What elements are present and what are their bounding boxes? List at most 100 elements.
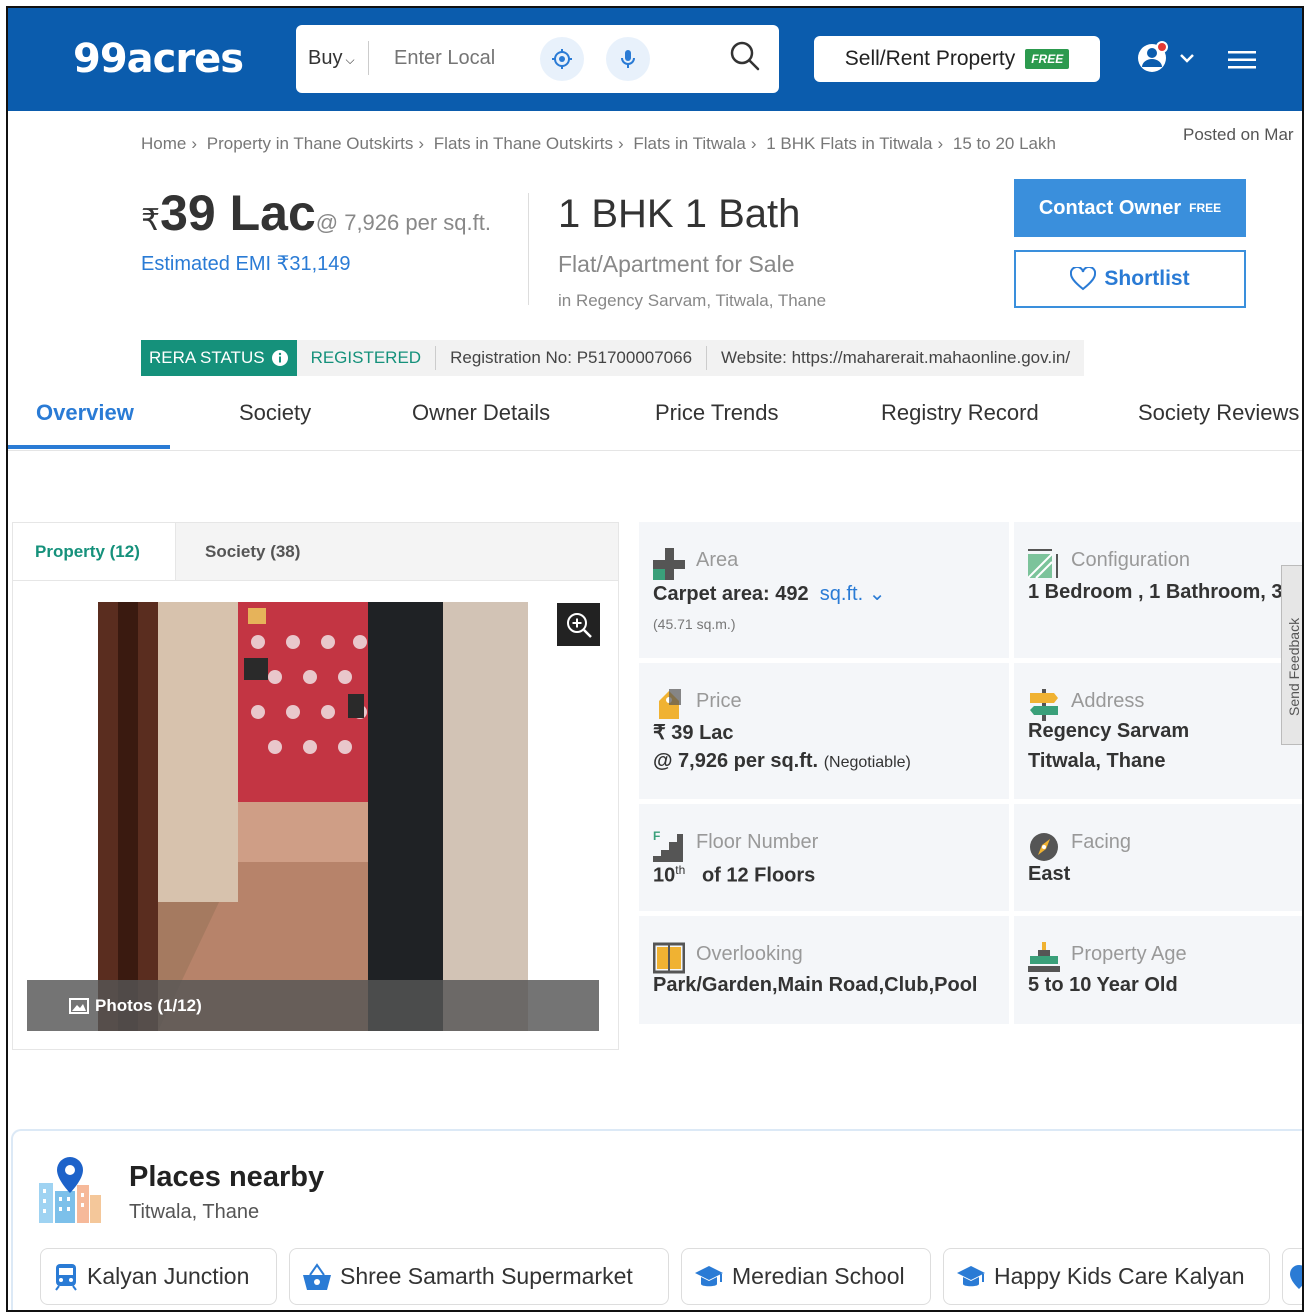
configuration-value: 1 Bedroom , 1 Bathroom, 3 [1028,581,1283,603]
svg-text:F: F [653,830,660,843]
tab-society[interactable]: Society [239,400,311,426]
rera-website[interactable]: Website: https://maharerait.mahaonline.g… [706,346,1084,370]
breadcrumb-item[interactable]: Flats in Titwala [633,134,745,153]
place-chip-partial[interactable] [1282,1248,1302,1305]
facing-value: East [1028,863,1071,885]
search-divider [368,41,369,75]
rera-bar: RERA STATUS REGISTERED Registration No: … [141,340,1085,376]
shortlist-button[interactable]: Shortlist [1014,250,1246,308]
send-feedback-tab[interactable]: Send Feedback [1281,565,1302,745]
place-chip[interactable]: Happy Kids Care Kalyan [943,1248,1270,1305]
breadcrumb-item[interactable]: 15 to 20 Lakh [953,134,1056,153]
place-chip-label: Kalyan Junction [87,1263,250,1289]
compass-icon [1030,833,1058,861]
locate-button[interactable] [540,37,584,81]
breadcrumb-separator: › [418,134,425,153]
search-icon [730,41,760,71]
photos-counter-label: Photos (1/12) [95,995,202,1015]
sell-rent-property-button[interactable]: Sell/Rent Property FREE [814,36,1100,82]
tab-registry-record[interactable]: Registry Record [881,400,1039,426]
breadcrumb-item[interactable]: 1 BHK Flats in Titwala [766,134,932,153]
tab-overview[interactable]: Overview [36,400,134,426]
detail-facing: Facing East [1014,804,1302,911]
negotiable-note: (Negotiable) [823,754,911,771]
detail-overlooking: Overlooking Park/Garden,Main Road,Club,P… [639,916,1009,1024]
place-chip[interactable]: Shree Samarth Supermarket [289,1248,669,1305]
place-chip[interactable]: Meredian School [681,1248,931,1305]
contact-free-badge: FREE [1189,201,1222,215]
property-age-value: 5 to 10 Year Old [1028,974,1178,996]
configuration-icon [1028,549,1058,579]
tab-owner-details[interactable]: Owner Details [412,400,550,426]
tab-price-trends[interactable]: Price Trends [655,400,779,426]
search-button[interactable] [728,39,762,78]
shortlist-label: Shortlist [1104,267,1190,290]
image-icon [69,997,89,1014]
user-menu[interactable] [1135,38,1205,83]
search-input[interactable] [394,47,529,70]
area-sqm: (45.71 sq.m.) [653,616,736,632]
price-divider [528,193,529,305]
tab-society-reviews[interactable]: Society Reviews [1138,400,1299,426]
heart-icon [1070,267,1097,291]
info-icon[interactable] [271,349,289,367]
graduation-cap-icon [695,1265,723,1286]
breadcrumb-item[interactable]: Property in Thane Outskirts [207,134,414,153]
search-bar: Buy ⌵ [296,25,779,93]
locate-icon [552,49,572,69]
breadcrumb-separator: › [750,134,757,153]
location-icon [1290,1264,1302,1289]
site-logo[interactable]: 99acres [73,36,244,82]
breadcrumb: Home › Property in Thane Outskirts › Flats… [141,134,1061,154]
floor-total: of 12 Floors [701,864,816,887]
buy-dropdown[interactable]: Buy ⌵ [308,47,355,70]
sell-rent-label: Sell/Rent Property [844,47,1016,70]
price-per-sqft: @ 7,926 per sq.ft. [315,210,491,235]
signpost-icon [1030,689,1058,721]
detail-property-age: Property Age 5 to 10 Year Old [1014,916,1302,1024]
contact-owner-button[interactable]: Contact Owner FREE [1014,179,1246,237]
breadcrumb-item[interactable]: Home [141,134,186,153]
graduation-cap-icon [957,1265,985,1286]
configuration-label: Configuration [1071,549,1190,571]
detail-floor: F Floor Number 10th of 12 Floors [639,804,1009,911]
photo-gallery: Property (12) Society (38) Photos (1/12) [12,522,619,1050]
hamburger-icon [1228,51,1256,69]
price-value: 39 Lac [160,185,316,241]
breadcrumb-separator: › [191,134,198,153]
property-photo[interactable] [98,602,528,1031]
area-unit-label: sq.ft. [819,583,864,605]
listing-type: Flat/Apartment for Sale [558,251,795,277]
places-nearby-section: Places nearby Titwala, Thane Kalyan Junc… [11,1129,1302,1310]
overlooking-label: Overlooking [696,943,803,965]
chevron-down-icon: ⌵ [345,53,355,67]
hamburger-menu-button[interactable] [1228,50,1258,75]
photos-counter-bar[interactable]: Photos (1/12) [27,980,599,1031]
contact-owner-label: Contact Owner [1038,196,1182,219]
address-line-2: Titwala, Thane [1028,750,1166,772]
address-line-1: Regency Sarvam [1028,720,1190,742]
price-detail-value: ₹ 39 Lac [653,722,734,744]
place-chip[interactable]: Kalyan Junction [40,1248,277,1305]
overlooking-value: Park/Garden,Main Road,Club,Pool [653,974,978,996]
gallery-tab-property[interactable]: Property (12) [13,523,176,580]
estimated-emi-link[interactable]: Estimated EMI ₹31,149 [141,251,351,276]
rera-status-label: RERA STATUS [149,348,265,367]
gallery-tabs: Property (12) Society (38) [13,523,618,581]
area-value: Carpet area: 492 sq.ft. ⌄ [653,581,885,606]
price-per-sqft-text: @ 7,926 per sq.ft. [653,750,819,772]
room-photo-illustration [98,602,528,1031]
area-unit-dropdown[interactable]: sq.ft. ⌄ [820,583,886,605]
zoom-button[interactable] [557,603,600,646]
detail-price: Price ₹ 39 Lac @ 7,926 per sq.ft. (Negot… [639,663,1009,799]
send-feedback-label: Send Feedback [1286,617,1302,716]
map-pin-city-icon [39,1157,101,1223]
breadcrumb-item[interactable]: Flats in Thane Outskirts [434,134,613,153]
page-frame: 99acres Buy⌵ Sell/Rent Property FREE [6,6,1304,1312]
top-header: 99acres Buy⌵ Sell/Rent Property FREE [8,8,1302,111]
floor-icon: F [653,830,683,862]
section-tabs: Overview Society Owner Details Price Tre… [8,386,1302,451]
property-age-label: Property Age [1071,943,1187,965]
gallery-tab-society[interactable]: Society (38) [183,523,322,580]
voice-search-button[interactable] [606,37,650,81]
